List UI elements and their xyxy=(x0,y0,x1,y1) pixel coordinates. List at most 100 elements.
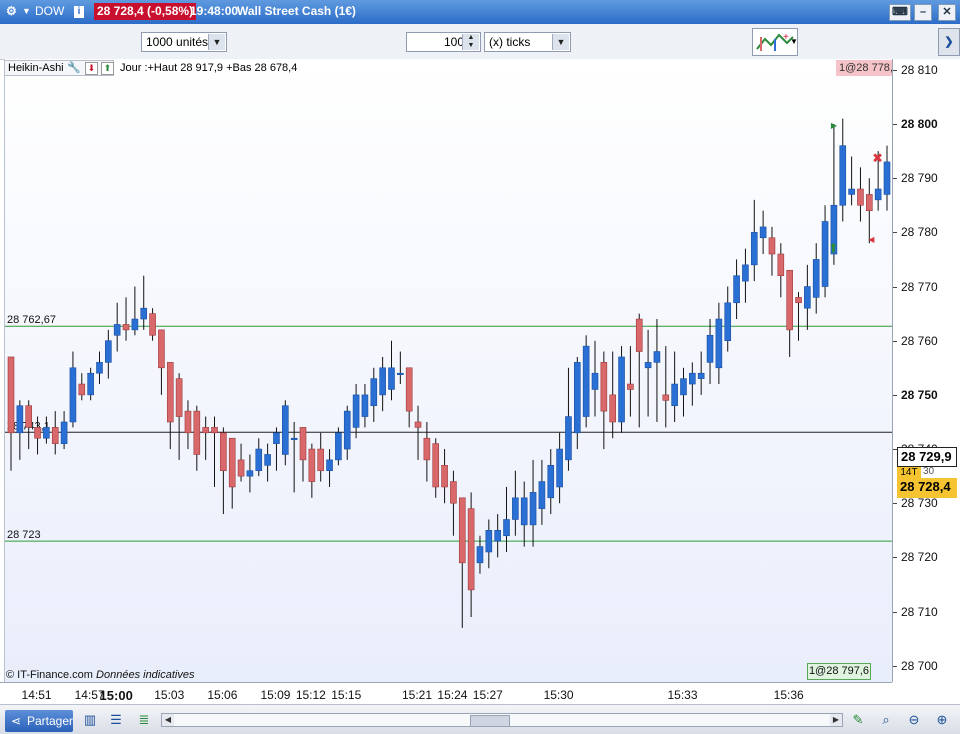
candle-7 xyxy=(69,351,77,428)
add-indicator-icon[interactable]: ⬆ xyxy=(101,62,114,75)
candle-body xyxy=(680,378,687,396)
ticks-stepper[interactable]: 100 ▲ ▼ xyxy=(406,32,481,52)
copyright-disclaimer: Données indicatives xyxy=(96,669,195,681)
candle-50 xyxy=(450,470,457,536)
x-tick-label: 15:33 xyxy=(667,688,698,702)
candle-body xyxy=(246,470,254,477)
candle-body xyxy=(520,497,528,526)
candle-18 xyxy=(166,362,174,450)
candle-33 xyxy=(299,427,307,482)
candle-body xyxy=(255,448,263,472)
candle-body xyxy=(317,448,324,472)
candle-body xyxy=(556,448,563,488)
zoom-out-icon[interactable]: ⊖ xyxy=(906,712,922,728)
keyboard-icon[interactable]: ⌨ xyxy=(889,4,911,21)
ticks-unit-select[interactable]: (x) ticks ▼ xyxy=(484,32,571,52)
candle-body xyxy=(494,530,501,542)
candle-64 xyxy=(574,356,581,450)
zoom-in-icon[interactable]: ⊕ xyxy=(934,712,950,728)
info-icon[interactable]: i xyxy=(74,6,84,18)
share-button[interactable]: ⋖ Partager xyxy=(5,710,73,732)
candle-body xyxy=(175,378,183,417)
price-axis[interactable]: 28 810 28 800 28 790 28 780 28 770 28 760 28 7… xyxy=(892,59,960,682)
countdown-partial-label: 30 xyxy=(923,466,935,477)
candle-body xyxy=(715,318,723,369)
copyright-note: © IT-Finance.com Données indicatives xyxy=(6,669,194,681)
candle-87 xyxy=(777,243,785,298)
zoom-area-icon[interactable]: ⌕ xyxy=(878,712,894,728)
candle-21 xyxy=(193,405,201,471)
candle-89 xyxy=(795,291,802,341)
candle-61 xyxy=(547,449,555,515)
candle-97 xyxy=(866,178,873,244)
chevron-down-icon[interactable]: ▼ xyxy=(22,6,31,16)
candle-62 xyxy=(556,432,563,504)
ticks-value: 100 xyxy=(443,35,464,49)
y-tick-mark xyxy=(893,124,897,125)
scroll-left-icon[interactable]: ◀ xyxy=(162,714,174,726)
candle-88 xyxy=(786,269,793,357)
minimize-icon[interactable]: – xyxy=(914,4,932,21)
candlestick-icon[interactable]: ▥ xyxy=(82,712,98,728)
candle-80 xyxy=(715,302,723,385)
candle-66 xyxy=(591,340,599,417)
candle-body xyxy=(441,465,448,488)
candle-body xyxy=(733,275,740,304)
candle-body xyxy=(839,145,847,206)
candle-40 xyxy=(361,384,369,428)
indicator-legend[interactable]: Heikin-Ashi 🔧 ⬇ ⬆ xyxy=(4,60,114,76)
buy-arrow-icon: ⬆ xyxy=(828,242,839,257)
candle-body xyxy=(96,362,103,374)
chevron-down-icon[interactable]: ▼ xyxy=(788,28,800,56)
y-tick-mark xyxy=(893,232,897,234)
top-order-tag[interactable]: 1@28 778, xyxy=(836,60,892,76)
close-icon[interactable]: ✕ xyxy=(938,4,956,21)
candle-body xyxy=(264,454,271,466)
y-tick-label: 28 760 xyxy=(901,333,938,348)
gear-menu-icon[interactable]: ⚙ xyxy=(6,4,17,18)
candle-body xyxy=(16,405,24,434)
candle-body xyxy=(450,481,457,504)
candle-body xyxy=(512,497,519,520)
chevron-down-icon[interactable]: ▼ xyxy=(552,34,569,50)
candle-76 xyxy=(680,367,687,417)
candle-body xyxy=(671,383,678,407)
quantity-select[interactable]: 1000 unités ▼ xyxy=(141,32,227,52)
list-icon[interactable]: ☰ xyxy=(108,712,124,728)
chart-plot-area[interactable]: 28 762,6728 743,128 723▶⬆✖◀ xyxy=(4,59,893,682)
candle-body xyxy=(724,302,732,342)
drawing-tool-icon[interactable]: ✎ xyxy=(850,712,866,728)
level-label-2: 28 723 xyxy=(7,529,41,541)
symbol-label[interactable]: DOW xyxy=(35,4,64,18)
y-tick-label: 28 750 xyxy=(901,387,938,402)
side-panel-button[interactable]: ❯ xyxy=(938,28,960,56)
indicators-icon[interactable]: ≣ xyxy=(136,712,152,728)
candle-body xyxy=(166,362,174,423)
scroll-thumb[interactable] xyxy=(470,715,510,727)
candle-body xyxy=(405,367,413,412)
x-tick-label: 15:21 xyxy=(402,688,433,702)
time-scrollbar[interactable]: ◀ ▶ xyxy=(161,713,843,727)
candle-75 xyxy=(671,351,678,422)
candle-46 xyxy=(414,405,422,460)
stepper-arrows-icon[interactable]: ▲ ▼ xyxy=(462,34,479,50)
price-change-badge: 28 728,4 (-0,58%) xyxy=(94,3,197,20)
candle-body xyxy=(237,459,245,477)
candle-body xyxy=(352,394,360,428)
entry-marker-icon: ▶ xyxy=(831,121,838,130)
remove-indicator-icon[interactable]: ⬇ xyxy=(85,62,98,75)
candle-90 xyxy=(804,264,811,330)
scroll-right-icon[interactable]: ▶ xyxy=(830,714,842,726)
time-axis[interactable]: 14:51 14:57 15:00 15:03 15:06 15:09 15:12 15:15… xyxy=(0,682,892,705)
candle-25 xyxy=(228,437,236,509)
candle-body xyxy=(370,378,378,407)
chevron-down-icon[interactable]: ▼ xyxy=(208,34,225,50)
wrench-icon[interactable]: 🔧 xyxy=(67,61,81,75)
candle-79 xyxy=(706,319,714,385)
y-tick-mark xyxy=(893,611,897,613)
y-tick-label: 28 710 xyxy=(901,604,938,619)
bottom-order-tag[interactable]: 1@28 797,6 xyxy=(807,663,871,680)
candle-72 xyxy=(644,329,652,417)
candle-body xyxy=(414,421,422,428)
level-label-0: 28 762,67 xyxy=(7,314,56,326)
